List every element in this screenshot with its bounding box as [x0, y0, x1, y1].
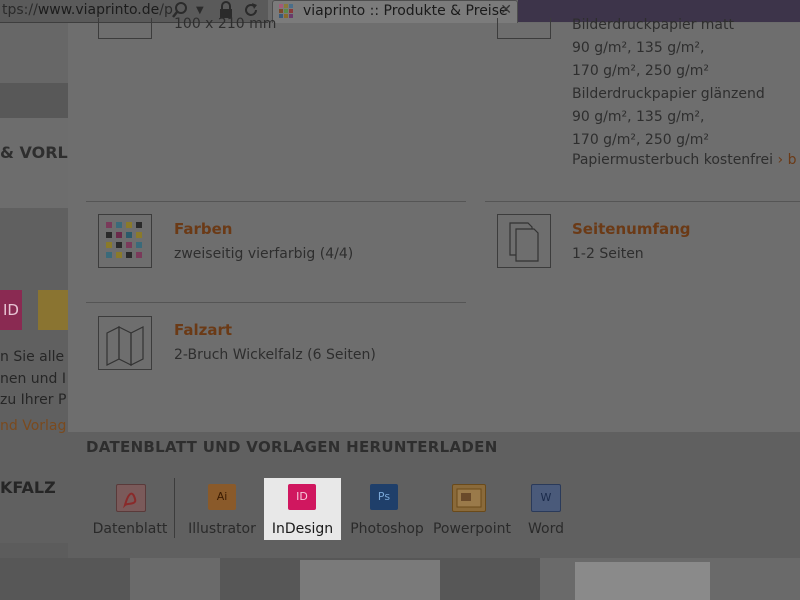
illustrator-icon: Ai	[208, 484, 236, 510]
spec-desc-seitenumfang: 1-2 Seiten	[572, 246, 644, 262]
background-nav	[0, 23, 70, 83]
download-label: Powerpoint	[432, 521, 512, 537]
word-icon: W	[531, 484, 561, 512]
divider	[86, 201, 466, 202]
spec-desc-falzart: 2-Bruch Wickelfalz (6 Seiten)	[174, 347, 376, 363]
background-link: nd Vorlag	[0, 418, 67, 434]
color-palette-icon	[98, 214, 152, 268]
background-text-line: nen und I	[0, 371, 67, 387]
site-favicon-icon	[279, 4, 293, 18]
background-section	[0, 118, 70, 208]
paper-line: 90 g/m², 135 g/m²,	[572, 40, 705, 56]
background-indesign-icon: ID	[0, 290, 22, 330]
pdf-icon	[116, 484, 146, 512]
background-image	[130, 558, 220, 600]
fold-icon	[98, 316, 152, 370]
spec-title-falzart: Falzart	[174, 321, 233, 339]
url-text[interactable]: tps://www.viaprinto.de/p	[2, 2, 173, 18]
download-indesign-button[interactable]: ID InDesign	[264, 478, 341, 540]
download-divider	[174, 478, 175, 538]
download-label: InDesign	[271, 521, 334, 537]
background-text-line: n Sie alle	[0, 349, 65, 365]
download-label: Illustrator	[188, 521, 256, 537]
browser-tab[interactable]: viaprinto :: Produkte & Preise ✕	[272, 0, 518, 23]
paper-icon	[497, 18, 551, 39]
spec-title-farben: Farben	[174, 220, 233, 238]
paper-line: Bilderdruckpapier glänzend	[572, 86, 765, 102]
paper-line: Bilderdruckpapier matt	[572, 17, 734, 33]
photoshop-icon: Ps	[370, 484, 398, 510]
indesign-icon: ID	[288, 484, 316, 510]
background-powerpoint-icon	[38, 290, 68, 330]
format-text: 100 x 210 mm	[174, 16, 277, 32]
background-text-line: zu Ihrer P	[0, 392, 67, 408]
format-icon	[98, 18, 152, 39]
paper-sample-link[interactable]: Papiermusterbuch kostenfrei › b	[572, 149, 796, 172]
download-heading: DATENBLATT UND VORLAGEN HERUNTERLADEN	[86, 438, 498, 456]
paper-line: 90 g/m², 135 g/m²,	[572, 109, 705, 125]
background-falz-heading: KFALZ	[0, 478, 56, 497]
background-heading: & VORLA	[0, 143, 70, 162]
background-page: & VORLA ID n Sie alle nen und I zu Ihrer…	[0, 23, 70, 600]
spec-desc-farben: zweiseitig vierfarbig (4/4)	[174, 246, 354, 262]
download-powerpoint-button[interactable]: Powerpoint	[430, 478, 514, 540]
download-label: Photoshop	[350, 521, 424, 537]
pages-icon	[497, 214, 551, 268]
dropdown-arrow-icon[interactable]: ▼	[196, 5, 204, 16]
paper-line: 170 g/m², 250 g/m²	[572, 63, 709, 79]
background-image	[575, 562, 710, 600]
divider	[485, 201, 800, 202]
background-image	[300, 560, 440, 600]
download-datenblatt-button[interactable]: Datenblatt	[90, 478, 170, 540]
background-nav-bar	[0, 83, 70, 118]
divider	[86, 302, 466, 303]
download-label: Word	[528, 521, 564, 537]
download-label: Datenblatt	[92, 521, 168, 537]
powerpoint-icon	[452, 484, 486, 512]
download-illustrator-button[interactable]: Ai Illustrator	[184, 478, 260, 540]
download-photoshop-button[interactable]: Ps Photoshop	[346, 478, 428, 540]
tab-title: viaprinto :: Produkte & Preise	[303, 3, 508, 19]
download-word-button[interactable]: W Word	[520, 478, 572, 540]
tab-close-icon[interactable]: ✕	[500, 2, 512, 18]
spec-title-seitenumfang: Seitenumfang	[572, 220, 691, 238]
